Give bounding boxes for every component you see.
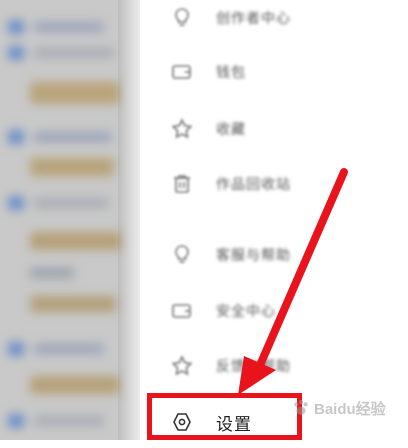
- wallet-icon: [170, 60, 194, 84]
- star-icon: [170, 117, 194, 141]
- menu-item-label: 客服与帮助: [216, 247, 291, 263]
- lightbulb-icon: [170, 243, 194, 267]
- watermark: Baidu经验: [290, 393, 404, 423]
- settings-highlight-box: [147, 393, 302, 440]
- menu-item-feedback[interactable]: 反馈与帮助: [140, 340, 408, 392]
- paw-icon: [294, 399, 308, 415]
- menu-item-label: 作品回收站: [216, 176, 291, 192]
- trash-icon: [170, 172, 194, 196]
- menu-item-label: 钱包: [216, 64, 246, 80]
- wallet-icon: [170, 299, 194, 323]
- menu-item-creator-center[interactable]: 创作者中心: [140, 0, 408, 44]
- menu-item-label: 安全中心: [216, 303, 276, 319]
- menu-item-label: 创作者中心: [216, 10, 291, 26]
- menu-item-label: 收藏: [216, 121, 246, 137]
- menu-item-favorites[interactable]: 收藏: [140, 103, 408, 155]
- menu-item-help[interactable]: 客服与帮助: [140, 229, 408, 281]
- lightbulb-icon: [170, 6, 194, 30]
- menu-item-wallet[interactable]: 钱包: [140, 46, 408, 98]
- watermark-text: Baidu经验: [314, 400, 386, 418]
- side-drawer-menu: 创作者中心 钱包 收藏 作品回收站 客服与帮助 安全中心 反馈与帮助 设置: [140, 0, 408, 440]
- menu-item-label: 反馈与帮助: [216, 358, 291, 374]
- star-icon: [170, 354, 194, 378]
- menu-item-recycle-bin[interactable]: 作品回收站: [140, 158, 408, 210]
- menu-item-security-center[interactable]: 安全中心: [140, 285, 408, 337]
